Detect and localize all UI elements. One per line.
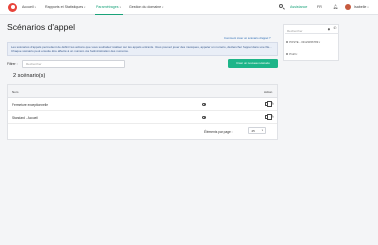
- logo-icon[interactable]: [8, 2, 17, 12]
- top-bar: Accueil▾ Rapports et Statistiques▾ Param…: [0, 0, 378, 15]
- avatar[interactable]: [345, 3, 351, 10]
- help-link[interactable]: Comment créer un scénario d'appel ?: [224, 36, 271, 40]
- status-dot-icon: [286, 41, 289, 44]
- nav-active-indicator: [95, 13, 123, 15]
- side-search-placeholder: Rechercher: [287, 28, 303, 33]
- eye-icon[interactable]: [202, 103, 207, 106]
- language-selector[interactable]: FR: [317, 5, 322, 9]
- scenario-table: Nom Action Fermeture exceptionnelle ✎ St…: [7, 84, 278, 140]
- nav-home[interactable]: Accueil▾: [22, 5, 36, 9]
- user-menu[interactable]: Isabelle ▾: [354, 5, 369, 9]
- items-per-page-value: 25: [251, 129, 255, 133]
- edit-icon[interactable]: ✎: [271, 101, 275, 107]
- copy-icon[interactable]: [265, 114, 272, 120]
- scenario-name[interactable]: Fermeture exceptionnelle: [12, 103, 48, 107]
- column-header-action: Action: [264, 90, 273, 94]
- nav-reports[interactable]: Rapports et Statistiques▾: [45, 5, 85, 9]
- search-icon[interactable]: [279, 3, 283, 8]
- side-line-selector[interactable]: POSTE - 33123456789▾: [286, 40, 320, 44]
- scenario-count-title: 2 scénario(s): [13, 73, 46, 79]
- page-title: Scénarios d'appel: [7, 22, 76, 32]
- filter-label: Filtrer :: [7, 62, 18, 66]
- side-search-field[interactable]: Rechercher: [285, 26, 339, 34]
- filter-input[interactable]: [22, 59, 125, 68]
- edit-icon[interactable]: ✎: [271, 114, 275, 120]
- bell-icon[interactable]: 🔔︎: [333, 4, 338, 9]
- items-per-page-select[interactable]: 25 ▾: [248, 127, 266, 134]
- create-scenario-button[interactable]: Créer un nouveau scénario: [228, 58, 278, 68]
- nav-domain[interactable]: Gestion du domaine▾: [129, 5, 163, 9]
- side-panel: Rechercher ✆ POSTE - 33123456789▾ Profil…: [283, 24, 339, 61]
- table-row[interactable]: Standard - Accueil ✎: [8, 111, 277, 124]
- phone-icon[interactable]: ✆: [334, 26, 337, 31]
- scenario-name[interactable]: Standard - Accueil: [12, 116, 38, 120]
- info-box: Les scénarios d'appels permettent de déf…: [7, 42, 278, 56]
- status-dot-icon: [286, 53, 289, 56]
- nav-settings[interactable]: Paramétrages▾: [96, 5, 121, 9]
- items-per-page-label: Éléments par page :: [204, 129, 233, 134]
- column-header-name: Nom: [12, 90, 19, 94]
- side-profile-selector[interactable]: Profil▾: [286, 52, 297, 56]
- table-header: Nom Action: [8, 85, 277, 98]
- info-text: Les scénarios d'appels permettent de déf…: [11, 44, 272, 54]
- assistance-link[interactable]: Assistance: [290, 5, 307, 9]
- eye-icon[interactable]: [202, 116, 207, 119]
- copy-icon[interactable]: [265, 101, 272, 107]
- table-row[interactable]: Fermeture exceptionnelle ✎: [8, 98, 277, 111]
- chevron-down-icon: ▾: [261, 129, 263, 132]
